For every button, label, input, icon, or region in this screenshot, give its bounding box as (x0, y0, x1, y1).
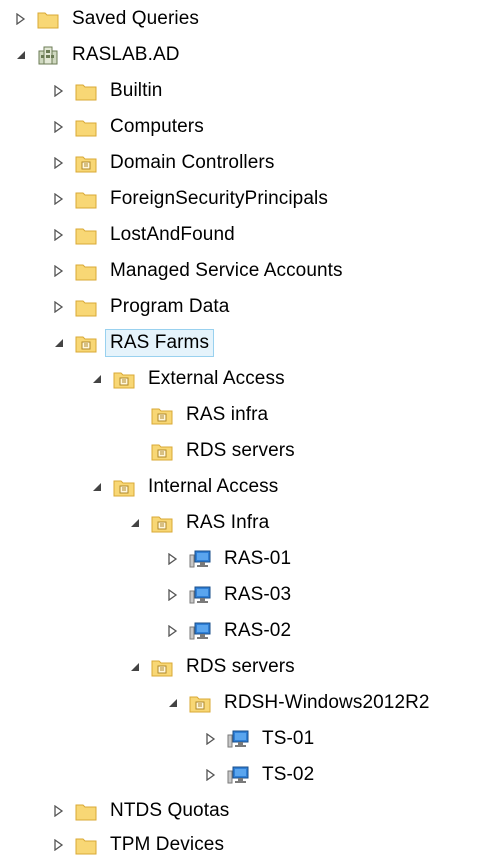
tree-item-label: Managed Service Accounts (110, 260, 343, 281)
tree-item-external-access[interactable]: External Access (90, 364, 289, 394)
tree-item-label: RAS-02 (224, 620, 292, 641)
no-expander (128, 444, 142, 458)
tree-item-label: RAS Infra (186, 512, 270, 533)
tree-item-ntds-quotas[interactable]: NTDS Quotas (52, 796, 233, 826)
tree-item-label: Computers (110, 116, 204, 137)
organizational-unit-icon (75, 333, 97, 353)
expand-arrow-icon[interactable] (14, 12, 28, 26)
organizational-unit-icon (75, 153, 97, 173)
tree-item-label: Saved Queries (72, 8, 199, 29)
tree-item-label: Internal Access (148, 476, 279, 497)
folder-icon (75, 117, 97, 137)
expand-arrow-icon[interactable] (52, 228, 66, 242)
tree-item-label: External Access (148, 368, 285, 389)
expand-arrow-icon[interactable] (52, 156, 66, 170)
tree-item-domain[interactable]: RASLAB.AD (14, 40, 184, 70)
tree-item-label: TPM Devices (110, 834, 225, 855)
expand-arrow-icon[interactable] (204, 732, 218, 746)
computer-icon (189, 621, 211, 641)
tree-item-saved-queries[interactable]: Saved Queries (14, 4, 203, 34)
expand-arrow-icon[interactable] (52, 84, 66, 98)
tree-item-managed-service-accounts[interactable]: Managed Service Accounts (52, 256, 347, 286)
tree-item-domain-controllers[interactable]: Domain Controllers (52, 148, 278, 178)
tree-item-label: RAS-03 (224, 584, 292, 605)
organizational-unit-icon (151, 441, 173, 461)
tree-item-ts-02[interactable]: TS-02 (204, 760, 318, 790)
organizational-unit-icon (151, 657, 173, 677)
organizational-unit-icon (113, 369, 135, 389)
folder-icon (37, 9, 59, 29)
organizational-unit-icon (151, 405, 173, 425)
domain-icon (37, 45, 59, 65)
tree-item-label: ForeignSecurityPrincipals (110, 188, 328, 209)
expand-arrow-icon[interactable] (52, 264, 66, 278)
computer-icon (227, 729, 249, 749)
tree-item-foreign-security-principals[interactable]: ForeignSecurityPrincipals (52, 184, 332, 214)
ad-tree-view: Saved Queries RASLAB.AD Builtin Computer… (0, 0, 477, 861)
organizational-unit-icon (189, 693, 211, 713)
tree-item-label: NTDS Quotas (110, 800, 230, 821)
folder-icon (75, 81, 97, 101)
tree-item-ras-03[interactable]: RAS-03 (166, 580, 295, 610)
folder-icon (75, 261, 97, 281)
computer-icon (189, 585, 211, 605)
tree-item-ras-01[interactable]: RAS-01 (166, 544, 295, 574)
collapse-arrow-icon[interactable] (52, 336, 66, 350)
folder-icon (75, 297, 97, 317)
folder-icon (75, 189, 97, 209)
tree-item-label: Program Data (110, 296, 230, 317)
tree-item-ras-02[interactable]: RAS-02 (166, 616, 295, 646)
expand-arrow-icon[interactable] (52, 300, 66, 314)
tree-item-label: RDSH-Windows2012R2 (224, 692, 430, 713)
folder-icon (75, 835, 97, 855)
expand-arrow-icon[interactable] (204, 768, 218, 782)
expand-arrow-icon[interactable] (166, 588, 180, 602)
expand-arrow-icon[interactable] (166, 552, 180, 566)
tree-item-label: TS-01 (262, 728, 315, 749)
tree-item-label: LostAndFound (110, 224, 235, 245)
collapse-arrow-icon[interactable] (166, 696, 180, 710)
tree-item-external-rds-servers[interactable]: RDS servers (128, 436, 299, 466)
folder-icon (75, 225, 97, 245)
computer-icon (189, 549, 211, 569)
tree-item-label: RAS infra (186, 404, 269, 425)
tree-item-label: RAS-01 (224, 548, 292, 569)
tree-item-builtin[interactable]: Builtin (52, 76, 166, 106)
tree-item-label: Builtin (110, 80, 163, 101)
tree-item-rdsh-windows2012r2[interactable]: RDSH-Windows2012R2 (166, 688, 434, 718)
organizational-unit-icon (113, 477, 135, 497)
tree-item-label: TS-02 (262, 764, 315, 785)
expand-arrow-icon[interactable] (52, 192, 66, 206)
organizational-unit-icon (151, 513, 173, 533)
tree-item-label: RDS servers (186, 656, 295, 677)
tree-item-label: RAS Farms (104, 329, 215, 357)
collapse-arrow-icon[interactable] (128, 516, 142, 530)
computer-icon (227, 765, 249, 785)
expand-arrow-icon[interactable] (52, 804, 66, 818)
expand-arrow-icon[interactable] (52, 120, 66, 134)
folder-icon (75, 801, 97, 821)
tree-item-internal-ras-infra[interactable]: RAS Infra (128, 508, 273, 538)
tree-item-label: RASLAB.AD (72, 44, 180, 65)
collapse-arrow-icon[interactable] (90, 372, 104, 386)
tree-item-lost-and-found[interactable]: LostAndFound (52, 220, 239, 250)
tree-item-label: RDS servers (186, 440, 295, 461)
tree-item-label: Domain Controllers (110, 152, 275, 173)
tree-item-internal-rds-servers[interactable]: RDS servers (128, 652, 299, 682)
expand-arrow-icon[interactable] (166, 624, 180, 638)
collapse-arrow-icon[interactable] (14, 48, 28, 62)
collapse-arrow-icon[interactable] (128, 660, 142, 674)
tree-item-ts-01[interactable]: TS-01 (204, 724, 318, 754)
no-expander (128, 408, 142, 422)
tree-item-ras-farms[interactable]: RAS Farms (52, 328, 215, 358)
tree-item-internal-access[interactable]: Internal Access (90, 472, 282, 502)
tree-item-external-ras-infra[interactable]: RAS infra (128, 400, 272, 430)
tree-item-tpm-devices[interactable]: TPM Devices (52, 830, 228, 860)
tree-item-computers[interactable]: Computers (52, 112, 208, 142)
collapse-arrow-icon[interactable] (90, 480, 104, 494)
expand-arrow-icon[interactable] (52, 838, 66, 852)
tree-item-program-data[interactable]: Program Data (52, 292, 233, 322)
